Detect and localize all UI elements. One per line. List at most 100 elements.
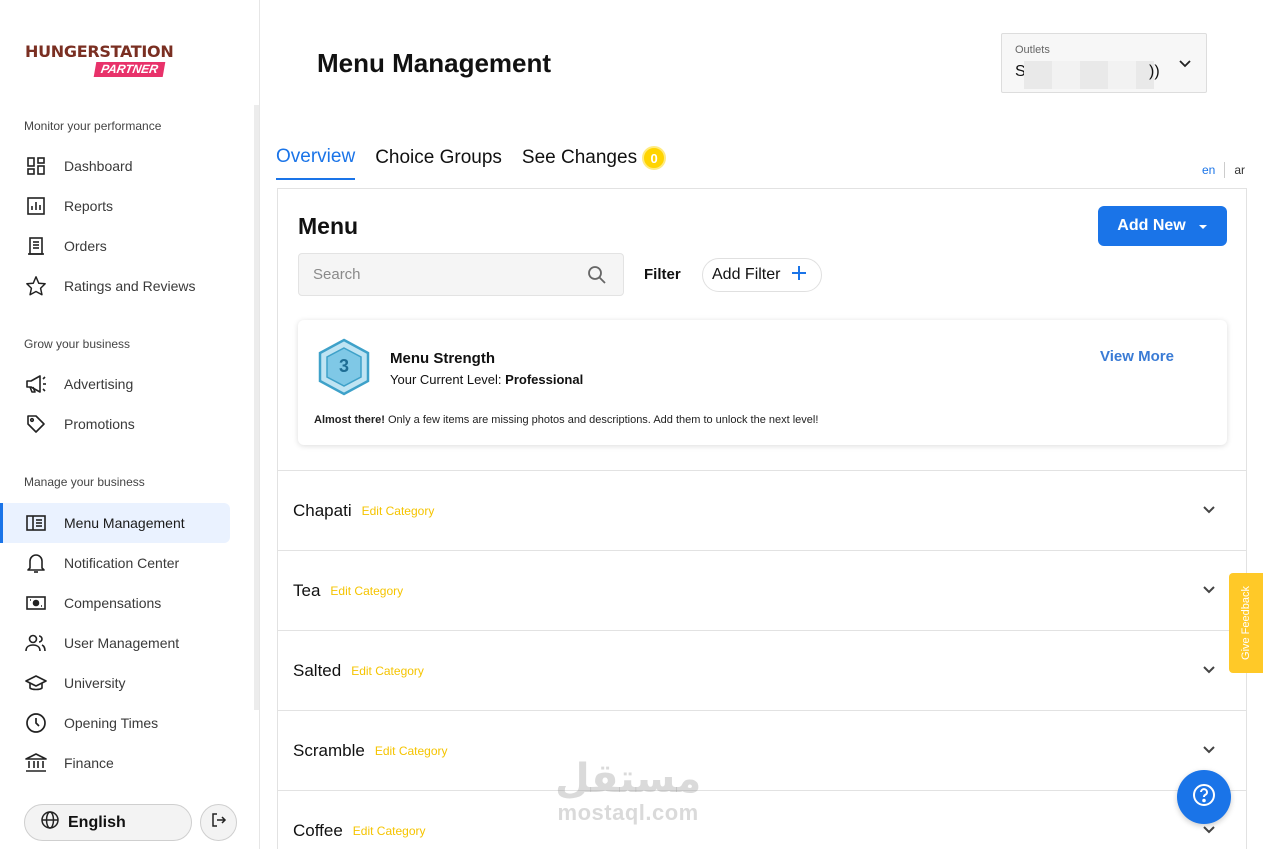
- tab-choice-groups[interactable]: Choice Groups: [375, 146, 502, 180]
- edit-category-link[interactable]: Edit Category: [351, 664, 424, 678]
- sidebar-item-advertising[interactable]: Advertising: [0, 364, 230, 404]
- tab-see-changes[interactable]: See Changes 0: [521, 146, 667, 180]
- sidebar-item-label: University: [64, 675, 126, 691]
- level-value: Professional: [505, 372, 584, 387]
- edit-category-link[interactable]: Edit Category: [362, 504, 435, 518]
- sidebar-item-label: Finance: [64, 755, 114, 771]
- sidebar-item-compensations[interactable]: Compensations: [0, 583, 230, 623]
- sidebar-scrollbar[interactable]: [254, 105, 259, 710]
- sidebar-item-reports[interactable]: Reports: [0, 186, 230, 226]
- language-selector[interactable]: English: [24, 804, 192, 841]
- category-row[interactable]: Chapati Edit Category: [278, 470, 1246, 550]
- sidebar-item-label: Promotions: [64, 416, 135, 432]
- category-name: Coffee: [293, 820, 343, 840]
- sidebar-item-ratings[interactable]: Ratings and Reviews: [0, 266, 230, 306]
- tag-icon: [24, 412, 48, 436]
- level-shield-icon: 3: [318, 338, 370, 401]
- outlet-selector[interactable]: Outlets S )): [1001, 33, 1207, 93]
- section-title-monitor: Monitor your performance: [24, 119, 162, 133]
- edit-category-link[interactable]: Edit Category: [330, 584, 403, 598]
- language-label: English: [68, 813, 126, 831]
- chevron-down-icon[interactable]: [1202, 583, 1216, 602]
- sidebar-item-university[interactable]: University: [0, 663, 230, 703]
- tab-bar: Overview Choice Groups See Changes 0: [276, 146, 686, 180]
- add-new-label: Add New: [1117, 217, 1186, 234]
- logout-icon: [211, 812, 227, 833]
- tab-overview[interactable]: Overview: [276, 146, 356, 180]
- edit-category-link[interactable]: Edit Category: [375, 744, 448, 758]
- category-name: Scramble: [293, 740, 365, 760]
- megaphone-icon: [24, 372, 48, 396]
- lang-ar-link[interactable]: ar: [1234, 163, 1245, 177]
- logo-wordmark: HUNGERSTATION: [25, 42, 174, 61]
- sidebar-item-label: Menu Management: [64, 515, 185, 531]
- search-input[interactable]: [313, 266, 573, 283]
- category-row[interactable]: Tea Edit Category: [278, 550, 1246, 630]
- sidebar-item-label: Dashboard: [64, 158, 133, 174]
- cash-icon: [24, 591, 48, 615]
- sidebar-item-dashboard[interactable]: Dashboard: [0, 146, 230, 186]
- bank-icon: [24, 751, 48, 775]
- sidebar-item-label: User Management: [64, 635, 180, 651]
- sidebar-item-promotions[interactable]: Promotions: [0, 404, 230, 444]
- sidebar-item-label: Orders: [64, 238, 107, 254]
- hungerstation-logo[interactable]: HUNGERSTATION PARTNER: [25, 42, 174, 78]
- feedback-label: Give Feedback: [1240, 586, 1253, 660]
- give-feedback-tab[interactable]: Give Feedback: [1229, 573, 1263, 673]
- language-switch: en ar: [1202, 162, 1245, 178]
- sidebar-item-opening-times[interactable]: Opening Times: [0, 703, 230, 743]
- section-title-grow: Grow your business: [24, 337, 131, 351]
- outlet-value-redacted: [1024, 61, 1154, 89]
- star-icon: [24, 274, 48, 298]
- dashboard-icon: [24, 154, 48, 178]
- strength-title: Menu Strength: [390, 350, 495, 367]
- category-name: Salted: [293, 660, 342, 680]
- filter-label: Filter: [644, 266, 681, 283]
- sidebar-item-orders[interactable]: Orders: [0, 226, 230, 266]
- category-row[interactable]: Salted Edit Category: [278, 630, 1246, 710]
- chevron-down-icon[interactable]: [1202, 823, 1216, 842]
- section-title-manage: Manage your business: [24, 475, 145, 489]
- help-icon: [1191, 782, 1217, 813]
- strength-level: Your Current Level: Professional: [390, 372, 583, 387]
- search-icon[interactable]: [587, 265, 607, 290]
- clock-icon: [24, 711, 48, 735]
- tab-label: See Changes: [521, 147, 638, 168]
- lang-divider: [1224, 162, 1226, 178]
- category-name: Tea: [293, 580, 321, 600]
- bell-icon: [24, 551, 48, 575]
- category-row[interactable]: Coffee Edit Category: [278, 790, 1246, 849]
- add-new-button[interactable]: Add New: [1098, 206, 1227, 246]
- chevron-down-icon[interactable]: [1202, 503, 1216, 522]
- sidebar-item-label: Compensations: [64, 595, 162, 611]
- sidebar-item-label: Reports: [64, 198, 114, 214]
- chevron-down-icon[interactable]: [1202, 663, 1216, 682]
- add-filter-button[interactable]: Add Filter: [702, 258, 822, 292]
- level-number: 3: [339, 356, 349, 376]
- category-row[interactable]: Scramble Edit Category: [278, 710, 1246, 790]
- orders-icon: [24, 234, 48, 258]
- sidebar-item-label: Ratings and Reviews: [64, 278, 196, 294]
- sidebar-item-label: Notification Center: [64, 555, 180, 571]
- sidebar-item-menu-management[interactable]: Menu Management: [0, 503, 230, 543]
- sidebar-item-notification-center[interactable]: Notification Center: [0, 543, 230, 583]
- lang-en-link[interactable]: en: [1202, 163, 1215, 177]
- reports-icon: [24, 194, 48, 218]
- note-bold: Almost there!: [314, 414, 385, 426]
- chevron-down-icon: [1178, 56, 1192, 75]
- view-more-link[interactable]: View More: [1100, 348, 1174, 365]
- globe-icon: [40, 810, 60, 835]
- tab-label: Overview: [276, 146, 356, 167]
- help-button[interactable]: [1177, 770, 1231, 824]
- sidebar-item-label: Advertising: [64, 376, 134, 392]
- logout-button[interactable]: [200, 804, 237, 841]
- sidebar-item-user-management[interactable]: User Management: [0, 623, 230, 663]
- outlet-value-end: )): [1149, 63, 1160, 80]
- plus-icon: [792, 265, 807, 285]
- sidebar-item-finance[interactable]: Finance: [0, 743, 230, 783]
- edit-category-link[interactable]: Edit Category: [353, 824, 426, 838]
- users-icon: [24, 631, 48, 655]
- chevron-down-icon[interactable]: [1202, 743, 1216, 762]
- outlet-caption: Outlets: [1015, 44, 1050, 56]
- note-text: Only a few items are missing photos and …: [387, 414, 819, 426]
